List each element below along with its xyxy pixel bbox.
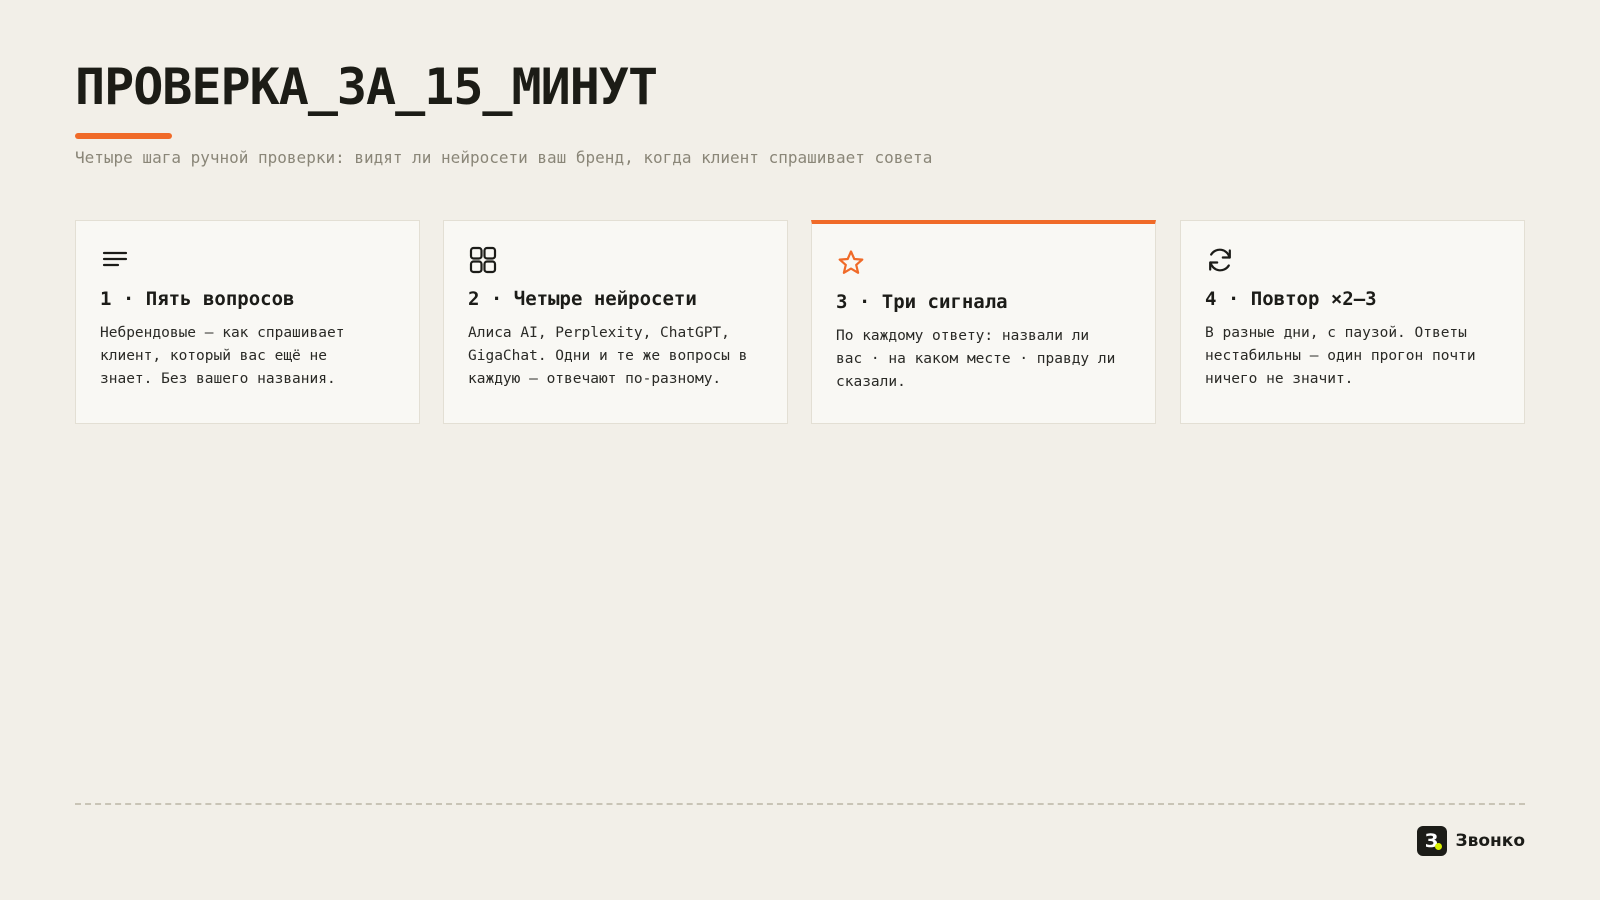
lines-icon — [102, 251, 128, 267]
step-title: 3 · Три сигнала — [836, 291, 1008, 313]
step-description: Алиса AI, Perplexity, ChatGPT, GigaChat.… — [468, 325, 748, 387]
title-underline — [75, 133, 172, 139]
step-description: Небрендовые — как спрашивает клиент, кот… — [100, 325, 345, 387]
page-title: ПРОВЕРКА_ЗА_15_МИНУТ — [75, 58, 658, 116]
step-title: 4 · Повтор ×2–3 — [1205, 288, 1377, 310]
refresh-icon — [1209, 248, 1231, 272]
step-card-1: 1 · Пять вопросов Небрендовые — как спра… — [75, 220, 420, 424]
page-subtitle: Четыре шага ручной проверки: видят ли не… — [75, 148, 933, 167]
brand-logo: З — [1416, 826, 1447, 856]
brand-logo-dot — [1434, 843, 1442, 850]
step-description: По каждому ответу: назвали ли вас · на к… — [836, 328, 1116, 390]
grid-icon — [469, 246, 497, 274]
step-card-3: 3 · Три сигнала По каждому ответу: назва… — [811, 220, 1156, 424]
footer-divider — [75, 803, 1525, 805]
star-icon — [838, 250, 864, 274]
step-description: В разные дни, с паузой. Ответы нестабиль… — [1205, 325, 1476, 387]
brand: З Звонко — [1416, 826, 1525, 856]
step-title: 1 · Пять вопросов — [100, 288, 295, 310]
steps-cards: 1 · Пять вопросов Небрендовые — как спра… — [75, 220, 1525, 424]
step-title: 2 · Четыре нейросети — [468, 288, 697, 310]
step-card-4: 4 · Повтор ×2–3 В разные дни, с паузой. … — [1180, 220, 1525, 424]
brand-name: Звонко — [1455, 831, 1525, 851]
step-card-2: 2 · Четыре нейросети Алиса AI, Perplexit… — [443, 220, 788, 424]
